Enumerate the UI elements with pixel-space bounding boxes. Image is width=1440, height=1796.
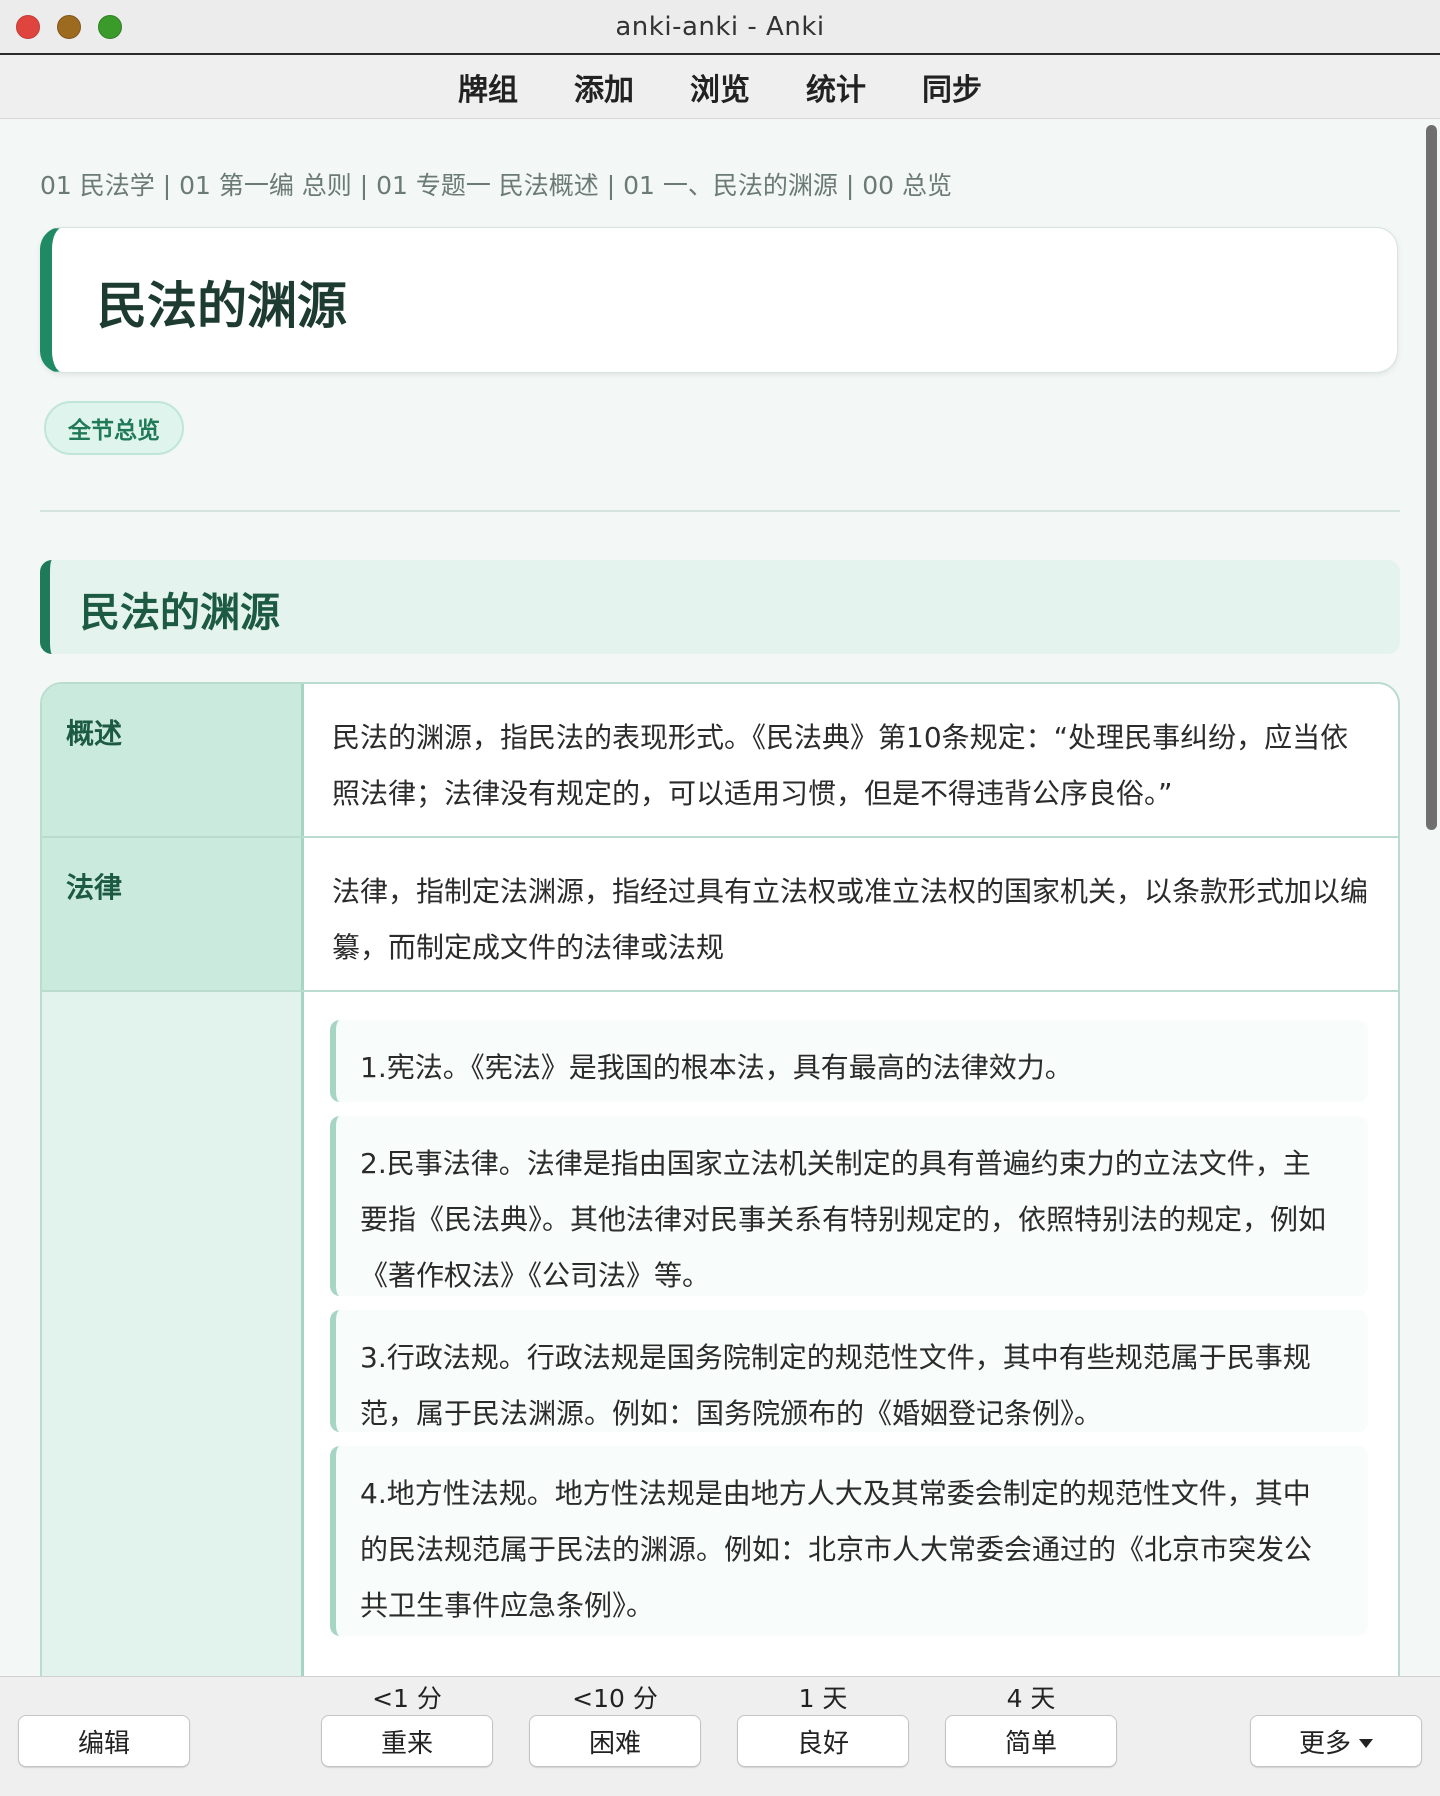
toolbar-add[interactable]: 添加	[574, 65, 634, 109]
hard-button[interactable]: 困难	[529, 1715, 701, 1767]
row-value: 法律，指制定法渊源，指经过具有立法权或准立法权的国家机关，以条款形式加以编纂，而…	[332, 875, 1369, 964]
section-header: 民法的渊源	[40, 560, 1400, 654]
card-title: 民法的渊源	[97, 277, 347, 335]
more-button[interactable]: 更多	[1250, 1715, 1422, 1767]
row-key-empty	[42, 992, 304, 1676]
more-label: 更多	[1298, 1728, 1351, 1759]
card-content[interactable]: 01 民法学 | 01 第一编 总则 | 01 专题一 民法概述 | 01 一、…	[0, 120, 1424, 1676]
again-due: <1 分	[372, 1684, 442, 1713]
easy-button[interactable]: 简单	[945, 1715, 1117, 1767]
row-key: 概述	[42, 684, 304, 836]
breadcrumb: 01 民法学 | 01 第一编 总则 | 01 专题一 民法概述 | 01 一、…	[40, 171, 952, 200]
toolbar-sync[interactable]: 同步	[922, 65, 982, 109]
edit-button[interactable]: 编辑	[18, 1715, 190, 1767]
row-key: 法律	[42, 838, 304, 990]
toolbar-browse[interactable]: 浏览	[690, 65, 750, 109]
minimize-window-icon[interactable]	[57, 15, 81, 39]
maximize-window-icon[interactable]	[98, 15, 122, 39]
good-due: 1 天	[798, 1684, 848, 1713]
again-button[interactable]: 重来	[321, 1715, 493, 1767]
main-toolbar: 牌组 添加 浏览 统计 同步	[0, 55, 1440, 119]
window-title: anki-anki - Anki	[615, 11, 825, 42]
list-item: 4.地方性法规。地方性法规是由地方人大及其常委会制定的规范性文件，其中的民法规范…	[330, 1446, 1368, 1636]
toolbar-stats[interactable]: 统计	[806, 65, 866, 109]
good-button[interactable]: 良好	[737, 1715, 909, 1767]
list-item: 1.宪法。《宪法》是我国的根本法，具有最高的法律效力。	[330, 1020, 1368, 1102]
row-value: 民法的渊源，指民法的表现形式。《民法典》第10条规定：“处理民事纠纷，应当依照法…	[332, 721, 1349, 810]
table-row: 概述 民法的渊源，指民法的表现形式。《民法典》第10条规定：“处理民事纠纷，应当…	[42, 684, 1398, 838]
answer-bar: 编辑 <1 分 重来 <10 分 困难 1 天 良好 4 天 简单 更多	[0, 1676, 1440, 1796]
scrollbar-thumb[interactable]	[1426, 125, 1437, 830]
table-row: 法律 法律，指制定法渊源，指经过具有立法权或准立法权的国家机关，以条款形式加以编…	[42, 838, 1398, 992]
easy-due: 4 天	[1006, 1684, 1056, 1713]
anki-window: anki-anki - Anki 牌组 添加 浏览 统计 同步 01 民法学 |…	[0, 0, 1440, 1796]
divider	[40, 510, 1400, 512]
card-title-box: 民法的渊源	[40, 227, 1398, 373]
list-item: 3.行政法规。行政法规是国务院制定的规范性文件，其中有些规范属于民事规范，属于民…	[330, 1310, 1368, 1432]
list-item: 2.民事法律。法律是指由国家立法机关制定的具有普遍约束力的立法文件，主要指《民法…	[330, 1116, 1368, 1296]
caret-down-icon	[1359, 1738, 1373, 1748]
title-bar: anki-anki - Anki	[0, 0, 1440, 55]
table-row: 1.宪法。《宪法》是我国的根本法，具有最高的法律效力。 2.民事法律。法律是指由…	[42, 992, 1398, 1676]
close-window-icon[interactable]	[16, 15, 40, 39]
content-table: 概述 民法的渊源，指民法的表现形式。《民法典》第10条规定：“处理民事纠纷，应当…	[40, 682, 1400, 1676]
window-controls	[16, 15, 122, 39]
hard-due: <10 分	[572, 1684, 658, 1713]
section-title: 民法的渊源	[80, 590, 280, 636]
toolbar-decks[interactable]: 牌组	[458, 65, 518, 109]
tag-pill: 全节总览	[44, 401, 184, 455]
